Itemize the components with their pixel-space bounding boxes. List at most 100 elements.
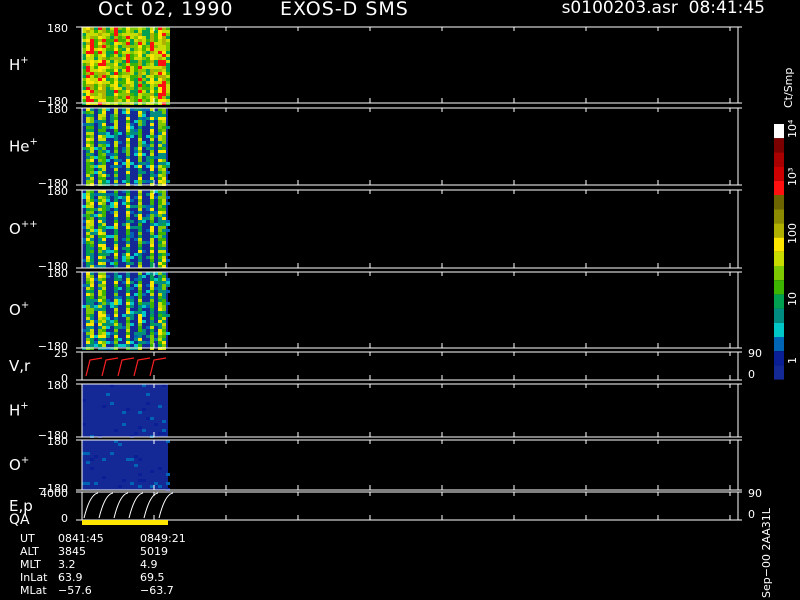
spectrogram-cell — [98, 75, 102, 78]
spectrogram-cell — [130, 75, 134, 78]
spectrogram-cell — [126, 193, 130, 196]
spectrogram-cell — [142, 114, 146, 117]
spectrogram-cell — [150, 290, 154, 293]
spectrogram-cell — [158, 241, 162, 244]
spectrogram-cell — [162, 311, 166, 314]
spectrogram-cell — [102, 174, 106, 177]
spectrogram-cell — [86, 72, 90, 75]
spectrogram-cell — [162, 141, 166, 144]
spectrogram-cell — [138, 217, 142, 220]
spectrogram-cell — [102, 84, 106, 87]
spectrogram-cell — [158, 335, 162, 338]
spectrogram-cell — [114, 132, 118, 135]
spectrogram-cell — [86, 220, 90, 223]
spectrogram-cell — [102, 238, 106, 241]
spectrogram-cell — [158, 75, 162, 78]
spectrogram-cell — [126, 153, 130, 156]
spectrogram-cell — [138, 299, 142, 302]
spectrogram-cell — [106, 335, 110, 338]
spectrogram-cell — [130, 317, 134, 320]
spectrogram-cell — [162, 60, 166, 63]
spectrogram-cell — [114, 341, 118, 344]
spectrogram-cell — [126, 63, 130, 66]
spectrogram-cell — [166, 30, 170, 33]
spectrogram-cell — [90, 165, 94, 168]
spectrogram-cell — [114, 36, 118, 39]
spectrogram-cell — [86, 305, 90, 308]
spectrogram-cell — [158, 93, 162, 96]
spectrogram-cell — [86, 36, 90, 39]
spectrogram-cell — [146, 302, 150, 305]
spectrogram-cell — [86, 66, 90, 69]
spectrogram-cell — [126, 323, 130, 326]
spectrogram-cell — [158, 302, 162, 305]
spectrogram-cell — [106, 126, 110, 129]
spectrogram-cell — [82, 60, 86, 63]
spectrogram-cell — [90, 33, 94, 36]
spectrogram-cell — [138, 205, 142, 208]
spectrogram-cell — [118, 302, 122, 305]
spectrogram-cell — [94, 90, 98, 93]
spectrogram-cell — [90, 311, 94, 314]
spectrogram-cell — [138, 262, 142, 265]
spectrogram-cell — [166, 90, 170, 93]
spectrogram-cell — [90, 57, 94, 60]
spectrogram-cell — [150, 208, 154, 211]
spectrogram-cell — [166, 33, 170, 36]
spectrogram-cell — [98, 275, 102, 278]
spectrogram-cell — [162, 338, 166, 341]
colorbar-tick-label: 10⁴ — [786, 119, 799, 138]
spectrogram-cell — [86, 60, 90, 63]
spectrogram-cell — [118, 66, 122, 69]
spectrogram-cell — [138, 226, 142, 229]
spectrogram-cell — [162, 36, 166, 39]
spectrogram-cell — [142, 45, 146, 48]
spectrogram-cell — [114, 117, 118, 120]
spectrogram-cell — [106, 317, 110, 320]
spectrogram-cell — [82, 399, 86, 402]
spectrogram-cell — [122, 238, 126, 241]
spectrogram-cell — [90, 247, 94, 250]
spectrogram-cell — [142, 81, 146, 84]
spectrogram-cell — [146, 69, 150, 72]
spectrogram-cell — [150, 344, 154, 347]
spectrogram-cell — [154, 323, 158, 326]
spectrogram-cell — [154, 30, 158, 33]
spectrogram-cell — [118, 57, 122, 60]
spectrogram-cell — [126, 150, 130, 153]
spectrogram-cell — [98, 311, 102, 314]
spectrogram-cell — [142, 305, 146, 308]
spectrogram-cell — [86, 326, 90, 329]
y-tick-label-top: 4000 — [40, 487, 68, 500]
spectrogram-cell — [138, 311, 142, 314]
spectrogram-cell — [98, 217, 102, 220]
spectrogram-cell — [106, 226, 110, 229]
spectrogram-cell — [162, 220, 166, 223]
spectrogram-cell — [134, 39, 138, 42]
spectrogram-cell — [158, 338, 162, 341]
spectrogram-cell — [98, 253, 102, 256]
spectrogram-cell — [134, 432, 138, 435]
spectrogram-cell — [98, 39, 102, 42]
spectrogram-cell — [126, 341, 130, 344]
spectrogram-cell — [126, 458, 130, 461]
spectrogram-cell — [102, 458, 106, 461]
spectrogram-cell — [86, 45, 90, 48]
spectrogram-cell — [106, 159, 110, 162]
spectrogram-cell — [94, 30, 98, 33]
ep-trace — [128, 492, 144, 519]
spectrogram-cell — [98, 259, 102, 262]
spectrogram-cell — [114, 87, 118, 90]
spectrogram-cell — [126, 244, 130, 247]
spectrogram-cell — [146, 87, 150, 90]
spectrogram-cell — [126, 296, 130, 299]
spectrogram-cell — [90, 317, 94, 320]
spectrogram-cell — [102, 165, 106, 168]
spectrogram-cell — [146, 63, 150, 66]
spectrogram-cell — [102, 99, 106, 102]
spectrogram-cell — [122, 33, 126, 36]
spectrogram-cell — [154, 423, 158, 426]
spectrogram-cell — [162, 323, 166, 326]
spectrogram-cell — [102, 60, 106, 63]
panel-charge-label: + — [21, 455, 29, 466]
